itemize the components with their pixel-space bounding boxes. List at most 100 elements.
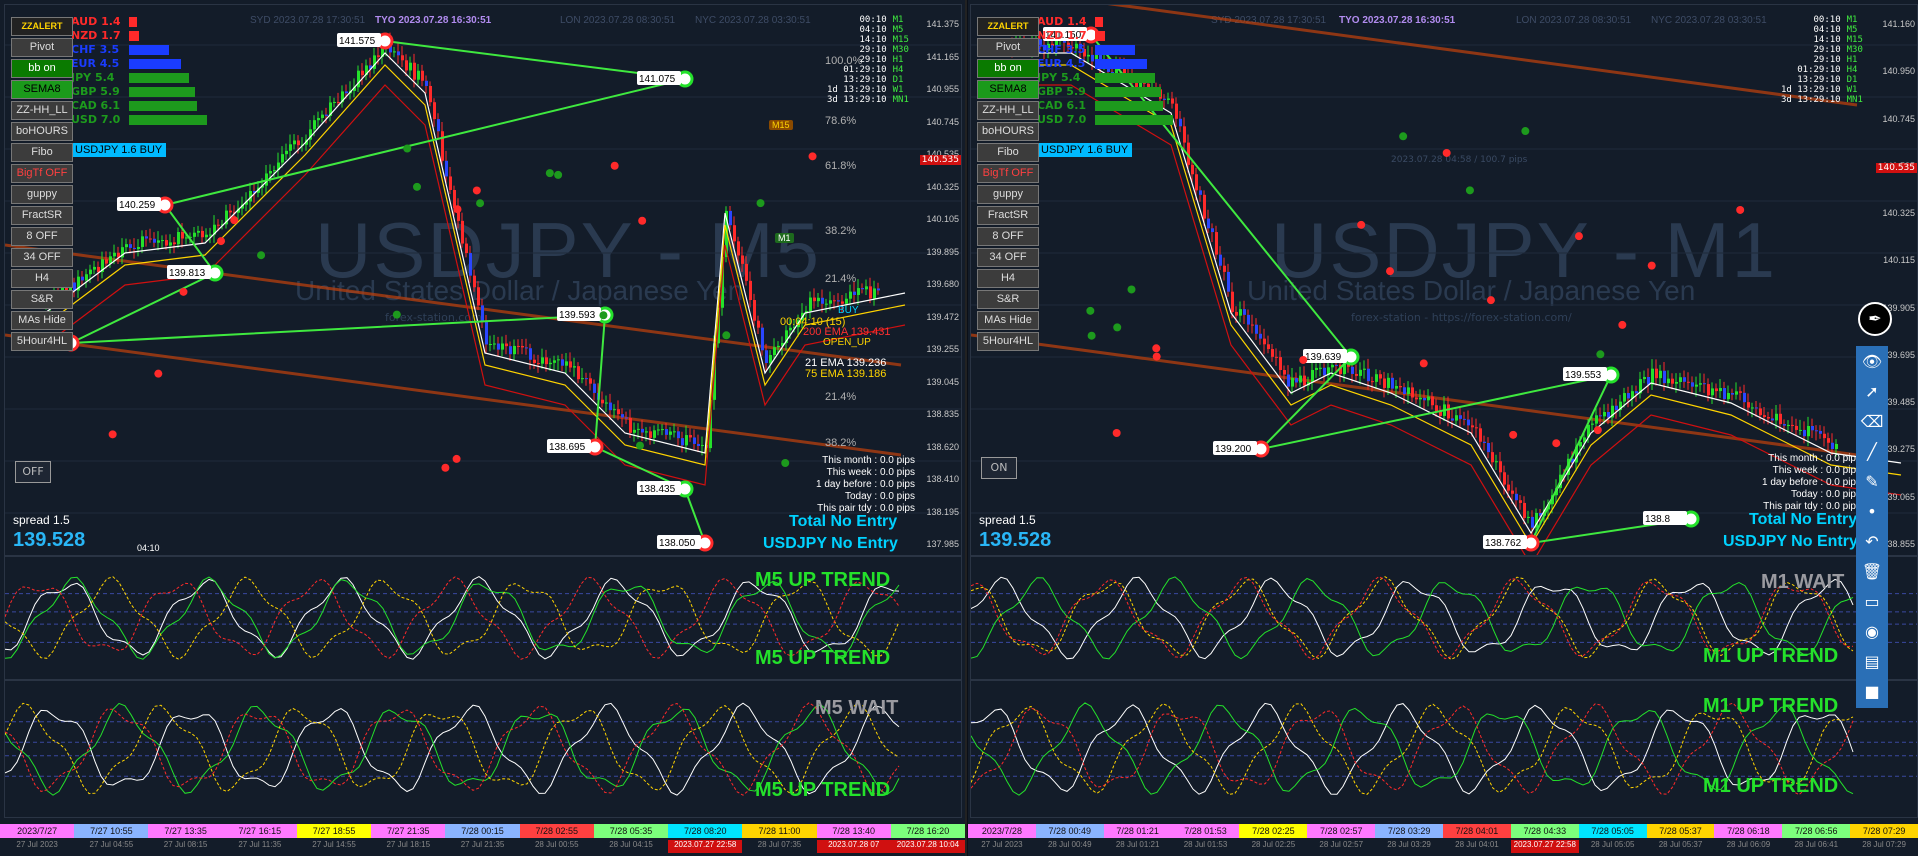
candle-body	[553, 360, 556, 363]
34-off-button[interactable]: 34 OFF	[977, 248, 1039, 267]
candle-body	[321, 114, 324, 119]
chart-window-m5[interactable]: SYD 2023.07.28 17:30:51 TYO 2023.07.28 1…	[0, 0, 967, 856]
oscillator-pane-1-m1[interactable]: M1 WAIT M1 UP TREND	[970, 556, 1918, 680]
chart-window-m1[interactable]: SYD 2023.07.28 17:30:51 TYO 2023.07.28 1…	[968, 0, 1918, 856]
8-off-button[interactable]: 8 OFF	[977, 227, 1039, 246]
h4-button[interactable]: H4	[977, 269, 1039, 288]
bb-on-button[interactable]: bb on	[977, 59, 1039, 78]
fractal-dot	[1509, 430, 1518, 439]
guppy-button[interactable]: guppy	[11, 185, 73, 204]
zz-hh-ll-button[interactable]: ZZ-HH_LL	[977, 101, 1039, 120]
candle-body	[153, 238, 156, 243]
candle-body	[1795, 425, 1798, 430]
zzalert-button[interactable]: ZZALERT	[11, 17, 73, 36]
sema8-button[interactable]: SEMA8	[11, 80, 73, 99]
candle-body	[1695, 384, 1698, 387]
time-tick: 2023.07.27 22:58	[1510, 840, 1579, 853]
strength-bar	[1095, 44, 1135, 55]
time-tick: 28 Jul 06:09	[1726, 840, 1771, 849]
candle-body	[509, 346, 512, 355]
pivot-button[interactable]: Pivot	[11, 38, 73, 57]
timeframe-code: MN1	[1846, 95, 1863, 105]
stat-line: Today : 0.0 pips	[1790, 489, 1861, 500]
candle-body	[169, 242, 172, 246]
fibo-button[interactable]: Fibo	[977, 143, 1039, 162]
clipboard-icon[interactable]: ▤	[1860, 650, 1884, 674]
dot-icon[interactable]: •	[1860, 500, 1884, 524]
fractal-dot	[1574, 232, 1583, 241]
candle-time-left: 04:10	[137, 543, 160, 553]
candle-body	[1783, 424, 1786, 426]
h4-button[interactable]: H4	[11, 269, 73, 288]
strength-row: USD 7.0	[1037, 113, 1173, 126]
stat-line: This month : 0.0 pips	[822, 455, 915, 466]
s-r-button[interactable]: S&R	[11, 290, 73, 309]
timeframe-row: 04:10 M5	[1781, 25, 1869, 35]
zzalert-button[interactable]: ZZALERT	[977, 17, 1039, 36]
screen-icon[interactable]: ▭	[1860, 590, 1884, 614]
marker-icon[interactable]: ✎	[1860, 470, 1884, 494]
pivot-button[interactable]: Pivot	[977, 38, 1039, 57]
8-off-button[interactable]: 8 OFF	[11, 227, 73, 246]
oscillator-pane-2[interactable]: M5 WAIT M5 UP TREND	[4, 680, 962, 818]
candle-body	[217, 224, 220, 226]
undo-icon[interactable]: ↶	[1860, 530, 1884, 554]
time-tick: 28 Jul 02:57	[1319, 840, 1364, 849]
strength-label: JPY 5.4	[1037, 71, 1081, 84]
candle-body	[1519, 500, 1522, 503]
guppy-button[interactable]: guppy	[977, 185, 1039, 204]
main-price-chart-m1[interactable]: SYD 2023.07.28 17:30:51 TYO 2023.07.28 1…	[970, 4, 1918, 556]
off-toggle-button[interactable]: OFF	[15, 461, 51, 483]
on-toggle-button[interactable]: ON	[981, 457, 1017, 479]
cursor-icon[interactable]: ➚	[1860, 380, 1884, 404]
bohours-button[interactable]: boHOURS	[977, 122, 1039, 141]
candle-body	[1223, 265, 1226, 272]
trash-icon[interactable]: 🗑	[1860, 560, 1884, 584]
fractsr-button[interactable]: FractSR	[11, 206, 73, 225]
main-price-chart[interactable]: SYD 2023.07.28 17:30:51 TYO 2023.07.28 1…	[4, 4, 962, 556]
sema8-button[interactable]: SEMA8	[977, 80, 1039, 99]
candle-body	[133, 247, 136, 250]
price-tick: 141.160	[1882, 19, 1915, 29]
oscillator-pane-1[interactable]: M5 UP TREND M5 UP TREND	[4, 556, 962, 680]
pair-signal-badge-m1: USDJPY 1.6 BUY	[1037, 143, 1133, 157]
line-icon[interactable]: ╱	[1860, 440, 1884, 464]
strength-row: GBP 5.9	[71, 85, 207, 98]
eye-icon[interactable]: 👁	[1860, 350, 1884, 374]
5hour4hl-button[interactable]: 5Hour4HL	[977, 332, 1039, 351]
palette-icon[interactable]: ■	[1860, 680, 1884, 704]
countdown: 00:10	[1813, 15, 1841, 25]
34-off-button[interactable]: 34 OFF	[11, 248, 73, 267]
zz-hh-ll-button[interactable]: ZZ-HH_LL	[11, 101, 73, 120]
bohours-button[interactable]: boHOURS	[11, 122, 73, 141]
candle-body	[697, 443, 700, 446]
oscillator-pane-2-m1[interactable]: M1 UP TREND M1 UP TREND	[970, 680, 1918, 818]
fibo-button[interactable]: Fibo	[11, 143, 73, 162]
session-date-cell: 7/28 02:57	[1307, 824, 1376, 838]
fib-level-382-b: 38.2%	[825, 437, 857, 449]
bigtf-off-button[interactable]: BigTf OFF	[977, 164, 1039, 183]
trend-label-3: M5 WAIT	[815, 697, 899, 719]
countdown: 1d 13:29:10	[827, 85, 887, 95]
fractal-dot	[722, 331, 731, 340]
candle-body	[105, 259, 108, 264]
mas-hide-button[interactable]: MAs Hide	[11, 311, 73, 330]
timeframe-row: 13:29:10 D1	[1781, 75, 1869, 85]
pen-tool-icon[interactable]: ✒	[1858, 302, 1892, 336]
strength-row: AUD 1.4	[1037, 15, 1173, 28]
candle-body	[405, 60, 408, 71]
fractal-dot	[610, 161, 619, 170]
5hour4hl-button[interactable]: 5Hour4HL	[11, 332, 73, 351]
bigtf-off-button[interactable]: BigTf OFF	[11, 164, 73, 183]
eraser-icon[interactable]: ⌫	[1860, 410, 1884, 434]
fractsr-button[interactable]: FractSR	[977, 206, 1039, 225]
level-label: 138.8	[1645, 514, 1670, 525]
s-r-button[interactable]: S&R	[977, 290, 1039, 309]
mas-hide-button[interactable]: MAs Hide	[977, 311, 1039, 330]
strength-row: JPY 5.4	[71, 71, 207, 84]
candle-body	[337, 101, 340, 103]
bb-on-button[interactable]: bb on	[11, 59, 73, 78]
candle-body	[1219, 254, 1222, 266]
camera-icon[interactable]: ◉	[1860, 620, 1884, 644]
level-label: 138.695	[549, 442, 586, 453]
